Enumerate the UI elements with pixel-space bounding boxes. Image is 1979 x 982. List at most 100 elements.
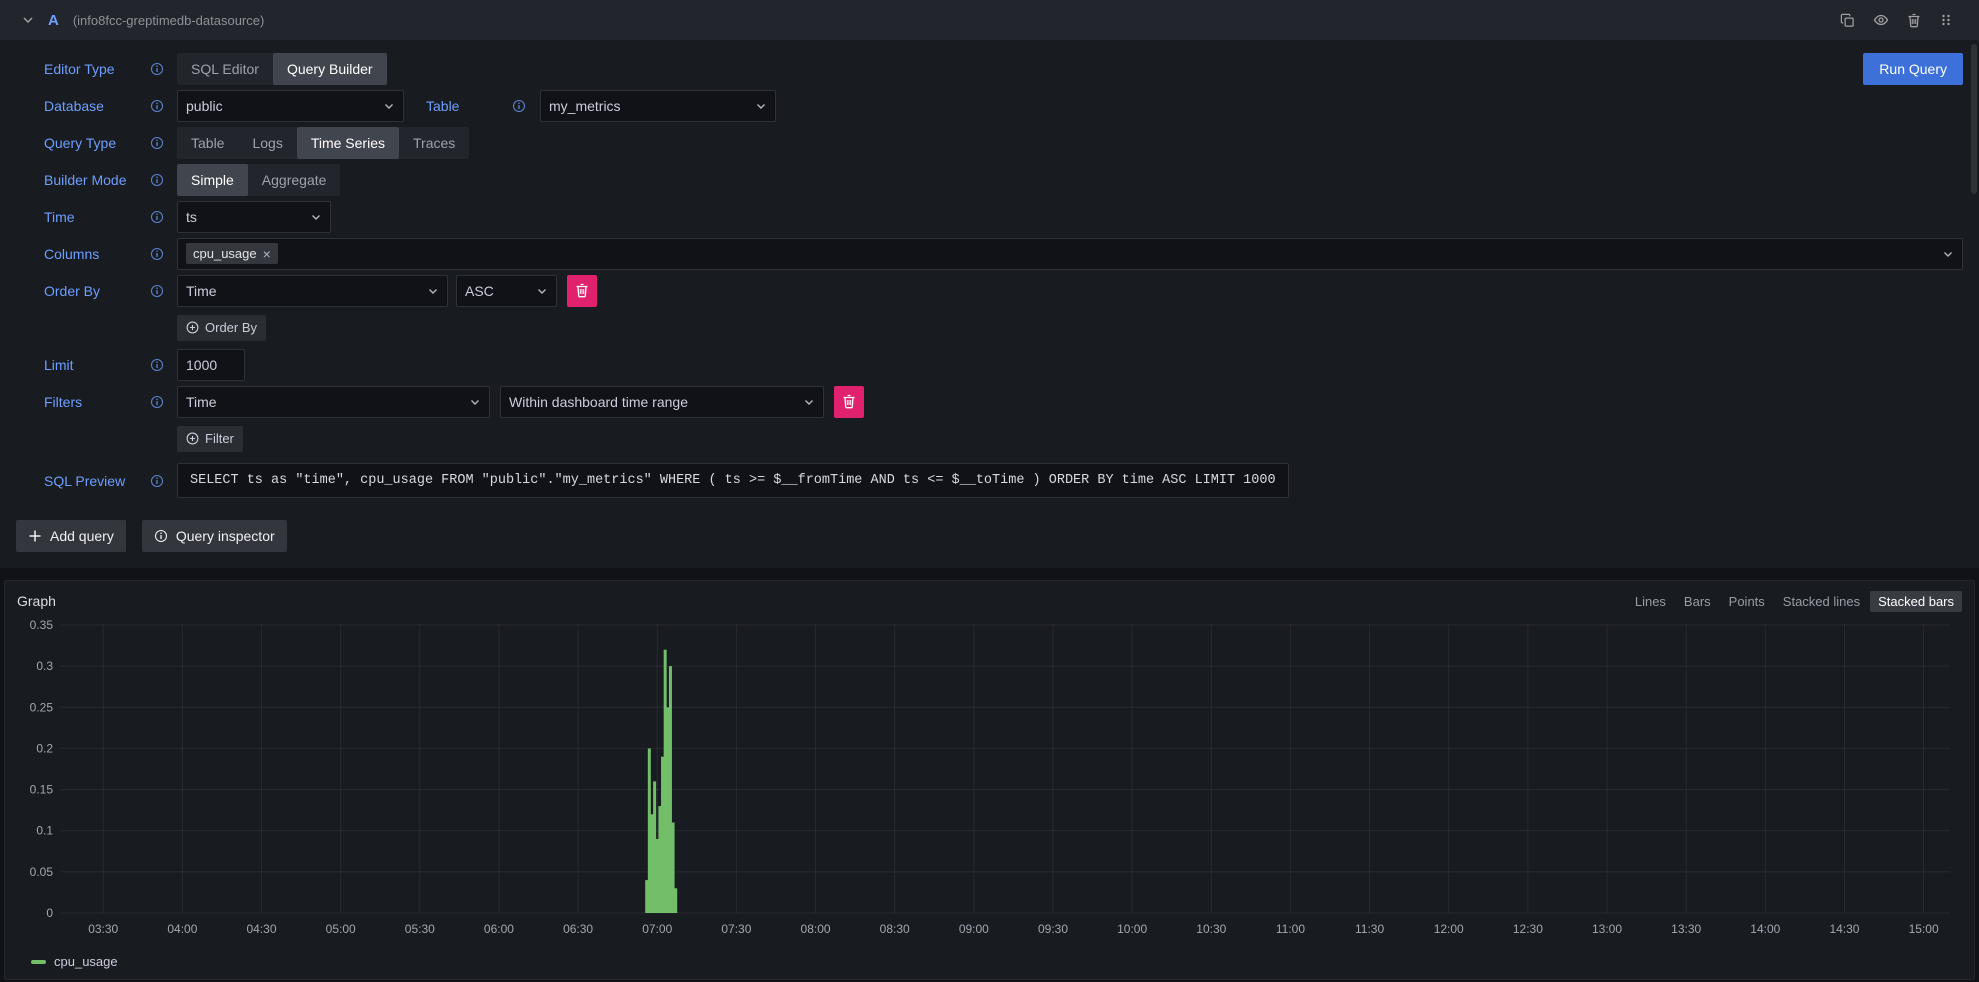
page-scrollbar[interactable] — [1971, 44, 1977, 194]
filters-label-text: Filters — [44, 394, 82, 410]
delete-query-trash-icon[interactable] — [1907, 13, 1921, 28]
editor-type-group: SQL Editor Query Builder — [177, 53, 387, 85]
sql-preview-label-text: SQL Preview — [44, 473, 125, 489]
graph-svg[interactable]: 00.050.10.150.20.250.30.3503:3004:0004:3… — [15, 617, 1964, 947]
svg-text:04:00: 04:00 — [167, 922, 197, 936]
svg-text:08:30: 08:30 — [880, 922, 910, 936]
builder-mode-group: Simple Aggregate — [177, 164, 340, 196]
query-type-option-table[interactable]: Table — [177, 127, 238, 159]
svg-text:0.3: 0.3 — [36, 659, 53, 673]
add-order-by-row: Order By — [44, 311, 1963, 344]
duplicate-query-icon[interactable] — [1840, 13, 1855, 28]
database-select[interactable]: public — [177, 90, 404, 122]
chevron-down-icon — [803, 396, 815, 408]
graph-mode-points[interactable]: Points — [1721, 591, 1773, 612]
database-select-value: public — [186, 98, 223, 114]
chevron-down-icon — [536, 285, 548, 297]
toggle-visibility-eye-icon[interactable] — [1873, 12, 1889, 28]
builder-mode-row: Builder Mode Simple Aggregate — [44, 163, 1963, 196]
svg-text:09:00: 09:00 — [959, 922, 989, 936]
table-label-text: Table — [426, 98, 459, 114]
time-column-select-value: ts — [186, 209, 197, 225]
columns-multiselect[interactable]: cpu_usage × — [177, 238, 1963, 270]
info-icon[interactable] — [150, 247, 164, 261]
filter-condition-value: Within dashboard time range — [509, 394, 688, 410]
collapse-chevron-icon[interactable] — [22, 14, 34, 26]
builder-mode-option-aggregate[interactable]: Aggregate — [248, 164, 341, 196]
table-label: Table — [426, 98, 526, 114]
order-by-direction-select[interactable]: ASC — [456, 275, 557, 307]
info-icon[interactable] — [512, 99, 526, 113]
editor-type-label-text: Editor Type — [44, 61, 115, 77]
order-by-direction-value: ASC — [465, 283, 494, 299]
graph-mode-lines[interactable]: Lines — [1627, 591, 1674, 612]
svg-text:13:00: 13:00 — [1592, 922, 1622, 936]
add-filter-button[interactable]: Filter — [177, 426, 243, 452]
chevron-down-icon — [755, 100, 767, 112]
remove-filter-trash-icon[interactable] — [834, 386, 864, 418]
svg-text:11:30: 11:30 — [1355, 922, 1384, 936]
query-type-option-time-series[interactable]: Time Series — [297, 127, 399, 159]
add-order-by-button[interactable]: Order By — [177, 315, 266, 341]
chevron-down-icon — [427, 285, 439, 297]
plus-circle-icon — [186, 432, 199, 445]
graph-mode-stacked-lines[interactable]: Stacked lines — [1775, 591, 1868, 612]
columns-row: Columns cpu_usage × — [44, 237, 1963, 270]
info-icon[interactable] — [150, 99, 164, 113]
builder-mode-option-simple[interactable]: Simple — [177, 164, 248, 196]
svg-text:07:00: 07:00 — [642, 922, 672, 936]
svg-text:0.1: 0.1 — [36, 824, 53, 838]
editor-type-option-sql-editor[interactable]: SQL Editor — [177, 53, 273, 85]
chevron-down-icon — [383, 100, 395, 112]
info-icon[interactable] — [150, 136, 164, 150]
order-by-label: Order By — [44, 283, 164, 299]
table-select[interactable]: my_metrics — [540, 90, 776, 122]
svg-text:03:30: 03:30 — [88, 922, 118, 936]
query-type-option-traces[interactable]: Traces — [399, 127, 469, 159]
info-icon[interactable] — [150, 284, 164, 298]
add-query-button[interactable]: Add query — [16, 520, 126, 552]
builder-mode-label: Builder Mode — [44, 172, 164, 188]
drag-handle-grip-icon[interactable] — [1939, 13, 1953, 27]
chevron-down-icon — [310, 211, 322, 223]
limit-input[interactable] — [177, 349, 245, 381]
info-icon[interactable] — [150, 395, 164, 409]
info-icon[interactable] — [150, 173, 164, 187]
info-icon[interactable] — [150, 62, 164, 76]
info-icon[interactable] — [150, 210, 164, 224]
run-query-button[interactable]: Run Query — [1863, 53, 1963, 85]
filters-label: Filters — [44, 394, 164, 410]
time-column-select[interactable]: ts — [177, 201, 331, 233]
query-type-row: Query Type Table Logs Time Series Traces — [44, 126, 1963, 159]
svg-text:13:30: 13:30 — [1671, 922, 1701, 936]
add-query-label: Add query — [50, 528, 114, 544]
info-icon[interactable] — [150, 474, 164, 488]
plus-circle-icon — [186, 321, 199, 334]
svg-text:07:30: 07:30 — [721, 922, 751, 936]
time-label: Time — [44, 209, 164, 225]
limit-label: Limit — [44, 357, 164, 373]
legend-item-cpu-usage[interactable]: cpu_usage — [15, 950, 1964, 973]
column-tag[interactable]: cpu_usage × — [186, 243, 278, 264]
filter-field-select[interactable]: Time — [177, 386, 490, 418]
info-icon[interactable] — [150, 358, 164, 372]
time-row: Time ts — [44, 200, 1963, 233]
query-inspector-button[interactable]: Query inspector — [142, 520, 287, 552]
graph-mode-bars[interactable]: Bars — [1676, 591, 1719, 612]
filter-condition-select[interactable]: Within dashboard time range — [500, 386, 824, 418]
graph-mode-stacked-bars[interactable]: Stacked bars — [1870, 591, 1962, 612]
svg-text:14:30: 14:30 — [1829, 922, 1859, 936]
remove-order-by-trash-icon[interactable] — [567, 275, 597, 307]
builder-mode-label-text: Builder Mode — [44, 172, 127, 188]
query-ref-letter[interactable]: A — [48, 12, 59, 29]
remove-tag-icon[interactable]: × — [263, 247, 271, 261]
editor-type-option-query-builder[interactable]: Query Builder — [273, 53, 387, 85]
order-by-field-select[interactable]: Time — [177, 275, 448, 307]
query-type-option-logs[interactable]: Logs — [238, 127, 296, 159]
query-header-actions — [1840, 12, 1953, 28]
svg-text:0.05: 0.05 — [30, 865, 54, 879]
legend-swatch — [31, 960, 46, 964]
database-label: Database — [44, 98, 164, 114]
filters-row: Filters Time Within dashboard time range — [44, 385, 1963, 418]
svg-text:14:00: 14:00 — [1750, 922, 1780, 936]
